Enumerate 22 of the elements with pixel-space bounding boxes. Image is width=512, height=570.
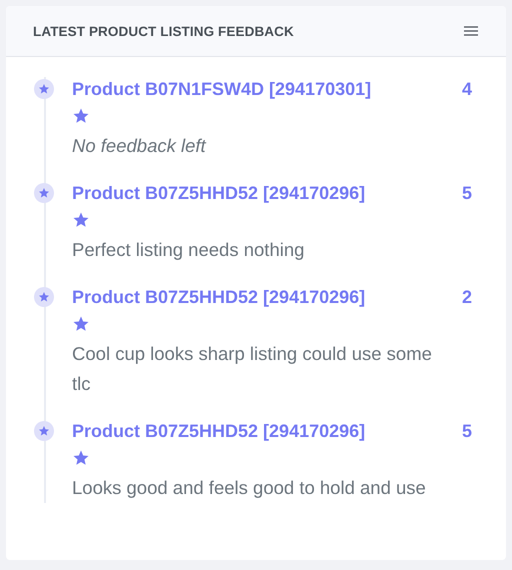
- timeline-dot-icon: [34, 183, 54, 203]
- feedback-text: Looks good and feels good to hold and use: [72, 476, 427, 500]
- menu-icon[interactable]: [464, 26, 478, 36]
- product-title[interactable]: Product B07Z5HHD52 [294170296]: [72, 285, 366, 309]
- product-title[interactable]: Product B07Z5HHD52 [294170296]: [72, 419, 366, 443]
- star-icon: [72, 315, 90, 333]
- feedback-text: Perfect listing needs nothing: [72, 238, 306, 262]
- product-title[interactable]: Product B07N1FSW4D [294170301]: [72, 77, 372, 101]
- feedback-text: No feedback left: [72, 134, 208, 158]
- star-icon: [72, 449, 90, 467]
- rating-value: 5: [462, 420, 473, 443]
- product-title[interactable]: Product B07Z5HHD52 [294170296]: [72, 181, 366, 205]
- rating-value: 2: [462, 286, 473, 309]
- rating-value: 4: [462, 78, 473, 101]
- rating-value: 5: [462, 182, 473, 205]
- feedback-text: Cool cup looks sharp listing could use some tlc: [72, 342, 433, 396]
- card-title: LATEST PRODUCT LISTING FEEDBACK: [33, 24, 294, 38]
- star-icon: [72, 107, 90, 125]
- timeline-dot-icon: [34, 79, 54, 99]
- timeline-dot-icon: [34, 421, 54, 441]
- timeline-dot-icon: [34, 287, 54, 307]
- star-icon: [72, 211, 90, 229]
